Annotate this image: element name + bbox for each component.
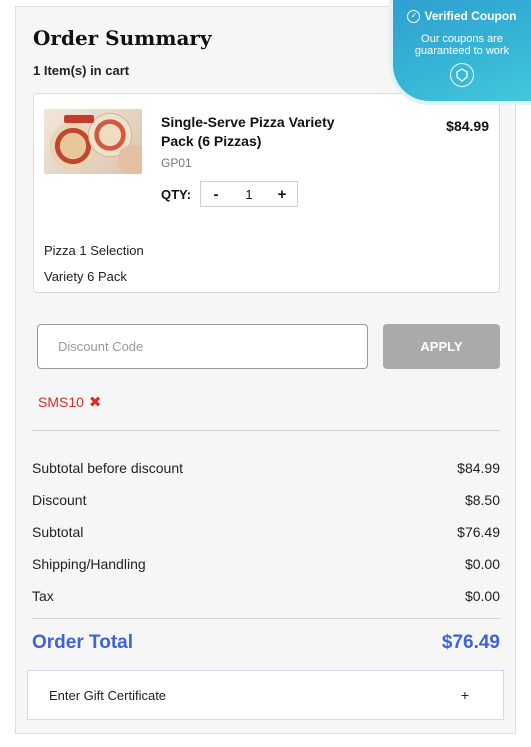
quantity-value[interactable]: 1 xyxy=(231,187,267,202)
gift-certificate-label: Enter Gift Certificate xyxy=(49,687,167,703)
quantity-label: QTY: xyxy=(161,187,192,202)
summary-row-value: $0.00 xyxy=(464,556,500,572)
badge-icon xyxy=(450,63,474,87)
hand-graphic xyxy=(118,145,142,174)
divider xyxy=(32,618,500,619)
summary-row-subtotal: Subtotal $76.49 xyxy=(32,524,500,540)
summary-row-label: Subtotal xyxy=(32,524,84,540)
verified-coupon-header: ✓ Verified Coupon xyxy=(393,9,531,23)
divider xyxy=(32,430,500,431)
shield-check-icon xyxy=(456,68,468,82)
check-circle-icon: ✓ xyxy=(407,9,421,23)
remove-coupon-icon[interactable]: ✖ xyxy=(89,393,102,411)
summary-row-value: $76.49 xyxy=(457,524,500,540)
page-title: Order Summary xyxy=(33,26,212,50)
order-total: Order Total $76.49 xyxy=(32,632,500,654)
cart-item-card: Single-Serve Pizza Variety Pack (6 Pizza… xyxy=(33,93,500,293)
product-option: Variety 6 Pack xyxy=(44,269,127,284)
pizza-label-graphic xyxy=(64,115,94,123)
quantity-decrease-button[interactable]: - xyxy=(201,186,231,203)
summary-row-shipping: Shipping/Handling $0.00 xyxy=(32,556,500,572)
summary-row-label: Shipping/Handling xyxy=(32,556,146,572)
summary-row-tax: Tax $0.00 xyxy=(32,588,500,604)
summary-row-value: $8.50 xyxy=(464,492,500,508)
summary-row-discount: Discount $8.50 xyxy=(32,492,500,508)
quantity-stepper: - 1 + xyxy=(200,181,298,207)
product-thumbnail[interactable] xyxy=(44,109,142,174)
applied-coupon: SMS10 ✖ xyxy=(38,393,102,411)
summary-row-value: $0.00 xyxy=(464,588,500,604)
gift-certificate-toggle[interactable]: Enter Gift Certificate + xyxy=(27,670,504,720)
product-option: Pizza 1 Selection xyxy=(44,243,144,258)
apply-discount-button[interactable]: APPLY xyxy=(383,324,500,369)
plus-icon: + xyxy=(460,687,469,703)
product-price: $84.99 xyxy=(446,118,489,134)
cart-item-count: 1 Item(s) in cart xyxy=(33,63,130,78)
verified-coupon-badge: ✓ Verified Coupon Our coupons are guaran… xyxy=(389,0,531,105)
verified-coupon-subtitle: Our coupons are guaranteed to work xyxy=(414,33,510,57)
summary-row-subtotal-before-discount: Subtotal before discount $84.99 xyxy=(32,460,500,476)
summary-row-label: Discount xyxy=(32,492,87,508)
product-sku: GP01 xyxy=(161,156,192,170)
discount-code-input[interactable] xyxy=(37,324,368,369)
summary-row-label: Subtotal before discount xyxy=(32,460,183,476)
order-summary-panel: Order Summary 1 Item(s) in cart Single-S… xyxy=(15,6,516,734)
quantity-increase-button[interactable]: + xyxy=(267,186,297,203)
order-total-value: $76.49 xyxy=(441,632,500,653)
applied-coupon-code: SMS10 xyxy=(38,394,84,410)
verified-coupon-title: Verified Coupon xyxy=(424,9,517,23)
product-name[interactable]: Single-Serve Pizza Variety Pack (6 Pizza… xyxy=(161,113,351,151)
order-total-label: Order Total xyxy=(32,632,133,653)
summary-row-label: Tax xyxy=(32,588,54,604)
summary-row-value: $84.99 xyxy=(457,460,500,476)
